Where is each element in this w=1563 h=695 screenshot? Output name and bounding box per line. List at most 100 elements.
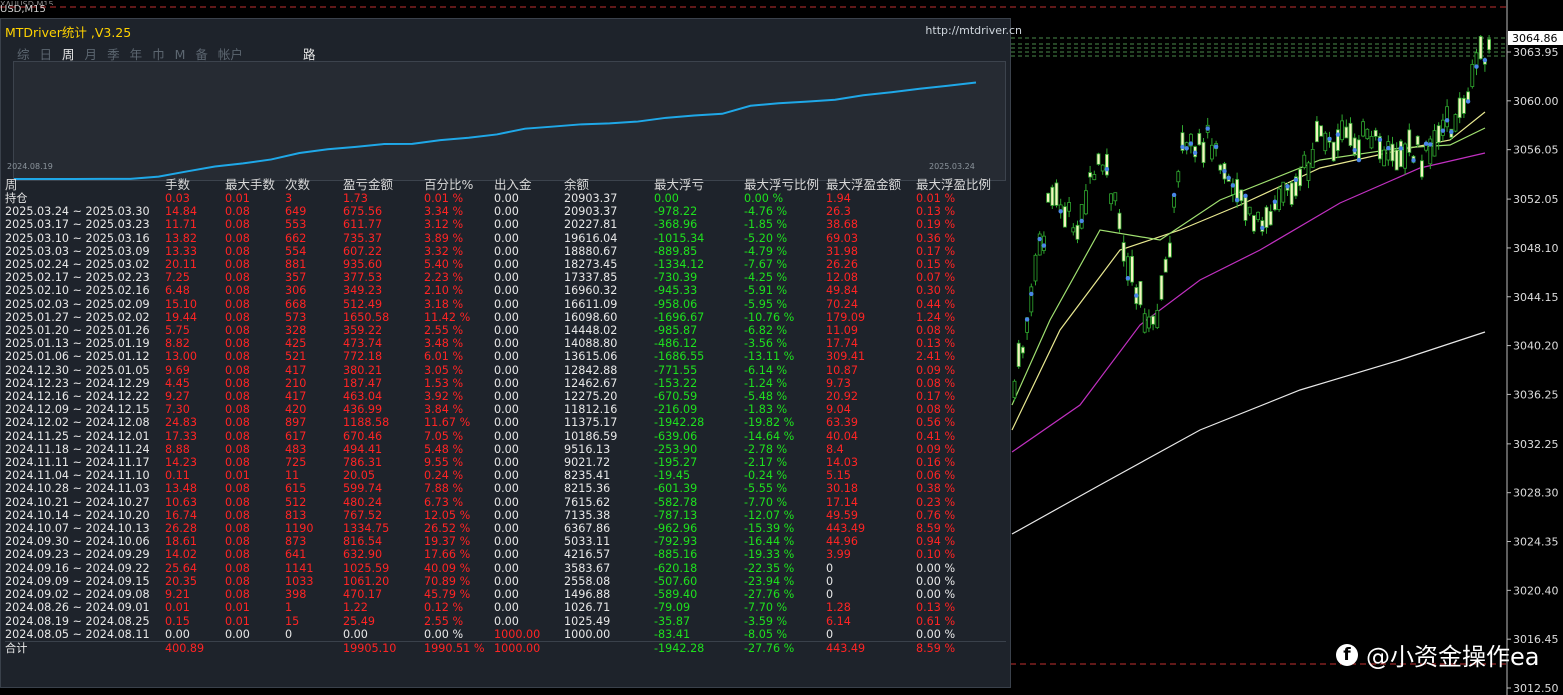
candle-body — [1369, 136, 1374, 149]
table-row[interactable]: 2024.12.16 ~ 2024.12.22 9.27 0.08 417 463.04… — [5, 390, 1006, 403]
table-row[interactable]: 2025.01.06 ~ 2025.01.12 13.00 0.08 521 772.1… — [5, 350, 1006, 363]
table-row[interactable]: 2025.03.17 ~ 2025.03.23 11.71 0.08 553 611.7… — [5, 218, 1006, 231]
table-row[interactable]: 2024.09.30 ~ 2024.10.06 18.61 0.08 873 816.5… — [5, 535, 1006, 548]
table-cell: 31.98 — [826, 244, 859, 258]
table-row[interactable]: 2024.10.28 ~ 2024.11.03 13.48 0.08 615 599.7… — [5, 482, 1006, 495]
table-cell: 483 — [285, 442, 307, 456]
candle-body — [1138, 281, 1143, 306]
candle-body — [1071, 227, 1076, 233]
table-row[interactable]: 2024.11.04 ~ 2024.11.10 0.11 0.01 11 20.05 0.… — [5, 469, 1006, 482]
table-cell: -601.39 — [654, 482, 698, 496]
column-header[interactable]: 周 — [5, 177, 165, 192]
panel-url-link[interactable]: http://mtdriver.cn — [925, 24, 1022, 37]
table-row[interactable]: 2024.12.09 ~ 2024.12.15 7.30 0.08 420 436.99… — [5, 403, 1006, 416]
tab-7[interactable]: M — [175, 47, 186, 62]
table-cell: 2024.09.09 ~ 2024.09.15 — [5, 574, 150, 588]
candle-body — [1117, 212, 1122, 230]
column-header[interactable]: 最大浮盈金额 — [826, 177, 916, 192]
column-header[interactable]: 出入金 — [494, 177, 564, 192]
column-header[interactable]: 余额 — [564, 177, 654, 192]
table-row[interactable]: 2025.03.24 ~ 2025.03.30 14.84 0.08 649 675.5… — [5, 205, 1006, 218]
table-row[interactable]: 2024.09.09 ~ 2024.09.15 20.35 0.08 1033 1061… — [5, 575, 1006, 588]
table-row[interactable]: 2024.09.02 ~ 2024.09.08 9.21 0.08 398 470.17… — [5, 588, 1006, 601]
column-header[interactable]: 最大浮亏比例 — [744, 177, 826, 192]
trade-marker — [1205, 126, 1210, 131]
trade-marker — [1243, 193, 1248, 199]
table-row[interactable]: 2025.01.27 ~ 2025.02.02 19.44 0.08 573 1650.… — [5, 311, 1006, 324]
table-cell: 0.41 % — [916, 429, 956, 443]
tab-6[interactable]: 巾 — [152, 47, 165, 62]
table-row[interactable]: 2024.10.14 ~ 2024.10.20 16.74 0.08 813 767.5… — [5, 509, 1006, 522]
table-row[interactable]: 2024.12.30 ~ 2025.01.05 9.69 0.08 417 380.21… — [5, 364, 1006, 377]
table-cell: 18273.45 — [564, 258, 618, 272]
table-row[interactable]: 2024.08.19 ~ 2024.08.25 0.15 0.01 15 25.49 2.… — [5, 615, 1006, 628]
column-header[interactable]: 最大浮亏 — [654, 177, 744, 192]
table-row[interactable]: 2025.02.24 ~ 2025.03.02 20.11 0.08 881 935.6… — [5, 258, 1006, 271]
table-row[interactable]: 2025.01.20 ~ 2025.01.26 5.75 0.08 328 359.22… — [5, 324, 1006, 337]
table-cell: 670.46 — [343, 429, 383, 443]
table-row[interactable]: 2024.11.18 ~ 2024.11.24 8.88 0.08 483 494.41… — [5, 443, 1006, 456]
column-header[interactable]: 手数 — [165, 177, 225, 192]
column-header[interactable]: 次数 — [285, 177, 343, 192]
tab-3[interactable]: 月 — [85, 47, 98, 62]
table-cell: 0.03 — [165, 192, 190, 205]
table-row[interactable]: 2025.01.13 ~ 2025.01.19 8.82 0.08 425 473.74… — [5, 337, 1006, 350]
tab-4[interactable]: 季 — [107, 47, 120, 62]
ma-200 — [1011, 331, 1486, 535]
table-row[interactable]: 2024.10.07 ~ 2024.10.13 26.28 0.08 1190 1334… — [5, 522, 1006, 535]
table-cell: 0.17 % — [916, 244, 956, 258]
table-row[interactable]: 2025.02.17 ~ 2025.02.23 7.25 0.08 357 377.53… — [5, 271, 1006, 284]
table-cell: 0.08 — [225, 271, 250, 285]
column-header[interactable]: 盈亏金额 — [343, 177, 424, 192]
table-row[interactable]: 2024.08.26 ~ 2024.09.01 0.01 0.01 1 1.22 0.12… — [5, 601, 1006, 614]
table-cell: 2.10 % — [424, 284, 464, 298]
table-cell: -1942.28 — [654, 416, 705, 430]
tab-8[interactable]: 备 — [195, 47, 208, 62]
table-row[interactable]: 2024.09.23 ~ 2024.09.29 14.02 0.08 641 632.9… — [5, 548, 1006, 561]
table-row[interactable]: 2025.03.03 ~ 2025.03.09 13.33 0.08 554 607.2… — [5, 245, 1006, 258]
column-header[interactable]: 最大手数 — [225, 177, 285, 192]
table-row[interactable]: 2025.02.10 ~ 2025.02.16 6.48 0.08 306 349.23… — [5, 284, 1006, 297]
table-cell: -79.09 — [654, 601, 691, 615]
table-row[interactable]: 2024.10.21 ~ 2024.10.27 10.63 0.08 512 480.2… — [5, 496, 1006, 509]
table-cell: 0.00 — [494, 522, 519, 536]
candle-body — [1390, 143, 1395, 162]
tab-1[interactable]: 日 — [40, 47, 53, 62]
table-cell: 1033 — [285, 574, 314, 588]
candle-body — [1012, 380, 1017, 399]
table-row[interactable]: 持仓 0.03 0.01 3 1.73 0.01 % 0.00 20903.37 0.00 0.0… — [5, 192, 1006, 205]
table-row[interactable]: 2024.12.02 ~ 2024.12.08 24.83 0.08 897 1188.… — [5, 416, 1006, 429]
table-cell: -12.07 % — [744, 508, 795, 522]
table-row[interactable]: 2025.03.10 ~ 2025.03.16 13.82 0.08 662 735.3… — [5, 232, 1006, 245]
table-cell: 20903.37 — [564, 205, 618, 219]
price-label: 3040.20 — [1513, 340, 1559, 353]
table-row[interactable]: 2024.12.23 ~ 2024.12.29 4.45 0.08 210 187.47… — [5, 377, 1006, 390]
table-row[interactable]: 2025.02.03 ~ 2025.02.09 15.10 0.08 668 512.4… — [5, 298, 1006, 311]
table-cell: 3.48 % — [424, 337, 464, 351]
tab-0[interactable]: 综 — [17, 47, 30, 62]
candle-body — [1394, 149, 1399, 171]
table-cell: 873 — [285, 535, 307, 549]
table-cell: 0.00 % — [916, 627, 956, 641]
tab-2[interactable]: 周 — [62, 47, 75, 62]
table-row[interactable]: 2024.08.05 ~ 2024.08.11 0.00 0.00 0 0.00 0.00… — [5, 628, 1006, 642]
table-cell: 2024.12.23 ~ 2024.12.29 — [5, 376, 150, 390]
candle-body — [1054, 182, 1059, 206]
trade-marker — [1192, 150, 1198, 156]
table-cell: 14.23 — [165, 456, 198, 470]
table-row[interactable]: 2024.11.25 ~ 2024.12.01 17.33 0.08 617 670.4… — [5, 430, 1006, 443]
price-label: 3024.35 — [1513, 536, 1559, 549]
table-cell: 0.00 — [494, 324, 519, 338]
column-header[interactable]: 百分比% — [424, 177, 494, 192]
column-header[interactable]: 最大浮盈比例 — [916, 177, 1006, 192]
table-cell: 0.00 — [494, 244, 519, 258]
candle-body — [1021, 346, 1025, 354]
table-cell: 11 — [285, 469, 300, 483]
table-row[interactable]: 2024.11.11 ~ 2024.11.17 14.23 0.08 725 786.3… — [5, 456, 1006, 469]
table-cell: 398 — [285, 588, 307, 602]
candle-body — [1344, 126, 1349, 139]
tab-9[interactable]: 帐户 — [218, 47, 243, 62]
tab-5[interactable]: 年 — [130, 47, 143, 62]
table-cell: 0.08 — [225, 561, 250, 575]
table-row[interactable]: 2024.09.16 ~ 2024.09.22 25.64 0.08 1141 1025… — [5, 562, 1006, 575]
